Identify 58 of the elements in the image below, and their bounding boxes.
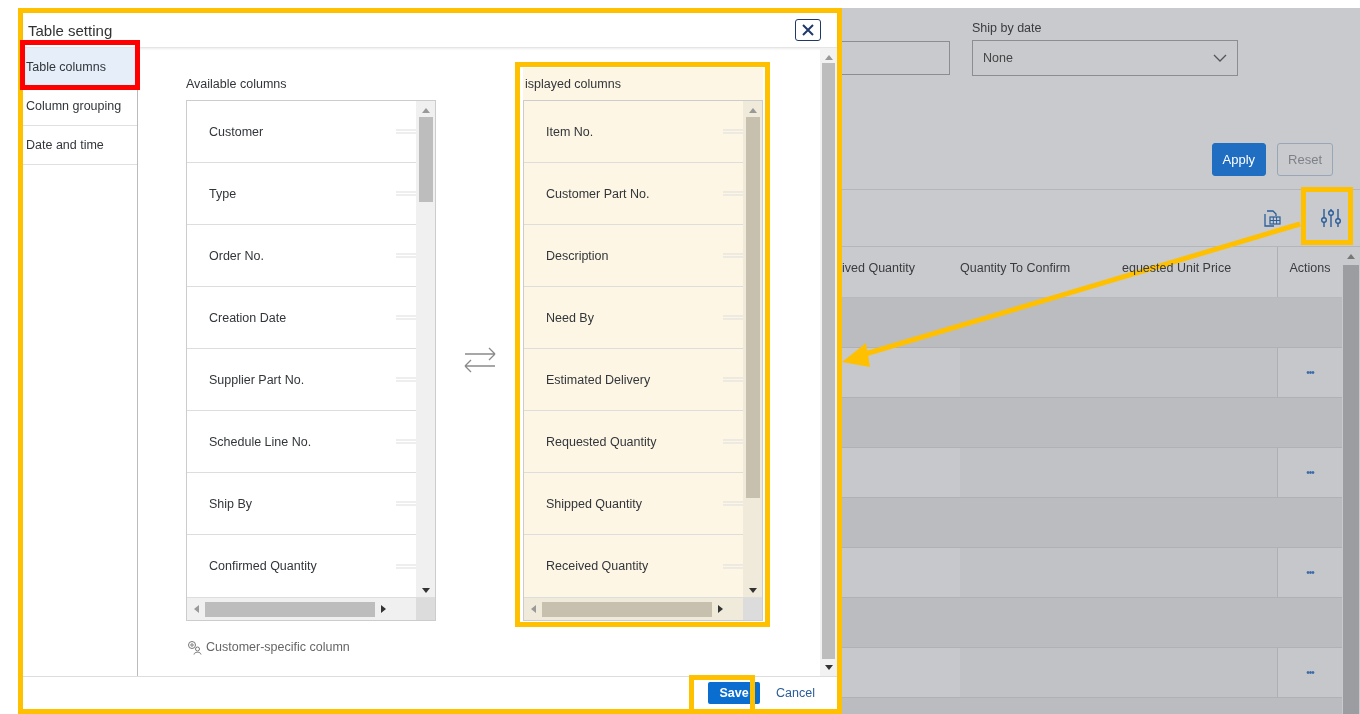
- dialog-title: Table setting: [28, 21, 113, 39]
- settings-icon[interactable]: [1320, 207, 1342, 229]
- scroll-thumb[interactable]: [418, 117, 433, 202]
- scrollbar[interactable]: [743, 101, 762, 597]
- column-item[interactable]: Requested Quantity: [546, 434, 657, 449]
- close-icon: [801, 23, 815, 37]
- column-header: Quantity To Confirm: [960, 260, 1072, 277]
- column-item[interactable]: Item No.: [546, 124, 594, 139]
- scroll-up-icon[interactable]: [421, 107, 430, 113]
- ship-by-date-dropdown[interactable]: None: [972, 40, 1238, 76]
- column-item[interactable]: Description: [546, 248, 609, 263]
- nav-item[interactable]: Date and time: [23, 126, 137, 165]
- column-item[interactable]: Ship By: [209, 496, 253, 511]
- close-button[interactable]: [795, 19, 821, 41]
- nav-item[interactable]: Table columns: [23, 48, 137, 87]
- list-heading: Available columns: [186, 76, 288, 93]
- list-heading: isplayed columns: [523, 68, 763, 100]
- column-item[interactable]: Customer Part No.: [546, 186, 650, 201]
- apply-button[interactable]: Apply: [1211, 143, 1267, 176]
- scroll-left-icon[interactable]: [530, 605, 536, 613]
- scrollbar[interactable]: [187, 597, 435, 620]
- column-header: ived Quantity: [842, 260, 916, 277]
- input-field[interactable]: [842, 41, 950, 75]
- column-item[interactable]: Confirmed Quantity: [209, 559, 317, 573]
- scroll-up-icon[interactable]: [1347, 253, 1355, 259]
- column-item[interactable]: Supplier Part No.: [209, 372, 305, 387]
- column-item[interactable]: Need By: [546, 310, 594, 325]
- scroll-thumb[interactable]: [745, 117, 760, 498]
- cancel-button[interactable]: Cancel: [776, 686, 815, 700]
- gear-person-icon: [186, 639, 202, 655]
- column-item[interactable]: Shipped Quantity: [546, 496, 642, 511]
- scroll-thumb[interactable]: [822, 63, 835, 659]
- column-item[interactable]: Schedule Line No.: [209, 434, 312, 449]
- column-item[interactable]: Customer: [209, 124, 264, 139]
- field-label: Ship by date: [972, 20, 1043, 37]
- scrollbar[interactable]: [820, 48, 837, 676]
- chevron-down-icon: [1213, 54, 1227, 62]
- spreadsheet-export-icon[interactable]: [1262, 208, 1282, 228]
- column-item[interactable]: Order No.: [209, 248, 264, 263]
- scroll-left-icon[interactable]: [193, 605, 199, 613]
- scroll-down-icon[interactable]: [824, 665, 833, 671]
- scroll-right-icon[interactable]: [718, 605, 724, 613]
- scrollbar-corner: [743, 598, 762, 620]
- column-item[interactable]: Received Quantity: [546, 559, 649, 573]
- scroll-down-icon[interactable]: [748, 588, 757, 594]
- column-item[interactable]: Type: [209, 186, 237, 201]
- column-item[interactable]: Creation Date: [209, 310, 287, 325]
- scroll-up-icon[interactable]: [748, 107, 757, 113]
- scroll-right-icon[interactable]: [381, 605, 387, 613]
- highlight-frame: [1301, 187, 1353, 245]
- nav-item[interactable]: Column grouping: [23, 87, 137, 126]
- scrollbar[interactable]: [416, 101, 435, 597]
- column-item[interactable]: Estimated Delivery: [546, 372, 651, 387]
- scrollbar[interactable]: [524, 597, 762, 620]
- scroll-down-icon[interactable]: [421, 588, 430, 594]
- scroll-up-icon[interactable]: [824, 54, 833, 60]
- custom-column-link[interactable]: Customer-specific column: [206, 640, 350, 654]
- scrollbar-corner: [416, 598, 435, 620]
